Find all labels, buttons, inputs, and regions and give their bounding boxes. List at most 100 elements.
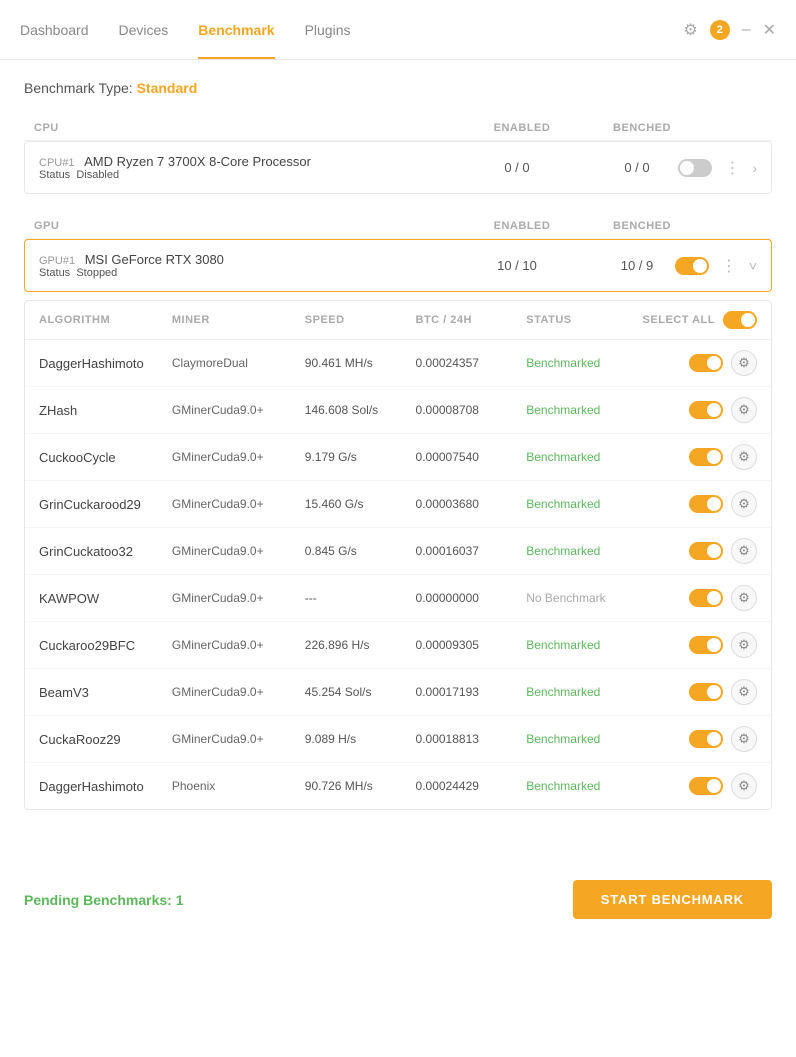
gpu-device-name: MSI GeForce RTX 3080 [85,252,224,267]
algo-name: GrinCuckatoo32 [39,544,172,559]
algo-gear-button[interactable]: ⚙ [731,773,757,799]
algo-btc: 0.00024429 [416,779,527,793]
gpu-more-icon[interactable]: ⋮ [717,254,741,278]
algo-toggle[interactable] [689,401,723,419]
algo-col-status: STATUS [526,314,637,326]
algo-miner: GMinerCuda9.0+ [172,685,305,699]
cpu-chevron-icon[interactable]: › [752,160,757,176]
algo-miner: GMinerCuda9.0+ [172,403,305,417]
gpu-device-info: GPU#1 MSI GeForce RTX 3080 Status Stoppe… [39,252,457,279]
algo-name: Cuckaroo29BFC [39,638,172,653]
algo-miner: GMinerCuda9.0+ [172,450,305,464]
algo-gear-button[interactable]: ⚙ [731,444,757,470]
algo-btc: 0.00003680 [416,497,527,511]
algo-toggle[interactable] [689,495,723,513]
select-all-toggle[interactable] [723,311,757,329]
cpu-enabled-header: ENABLED [462,122,582,134]
algo-speed: 45.254 Sol/s [305,685,416,699]
algo-speed: 9.089 H/s [305,732,416,746]
algo-toggle[interactable] [689,636,723,654]
algo-status: Benchmarked [526,450,637,464]
algo-btc: 0.00017193 [416,685,527,699]
algo-btc: 0.00000000 [416,591,527,605]
algo-speed: 90.461 MH/s [305,356,416,370]
algo-controls: ⚙ [637,397,757,423]
cpu-toggle[interactable] [678,159,712,177]
pending-label: Pending Benchmarks: [24,892,172,908]
algo-gear-button[interactable]: ⚙ [731,350,757,376]
tab-dashboard[interactable]: Dashboard [20,0,89,59]
algo-speed: 15.460 G/s [305,497,416,511]
algo-speed: 226.896 H/s [305,638,416,652]
algo-toggle[interactable] [689,354,723,372]
gpu-status-label: Status [39,267,70,279]
algo-row: BeamV3 GMinerCuda9.0+ 45.254 Sol/s 0.000… [25,669,771,716]
tab-plugins[interactable]: Plugins [305,0,351,59]
algo-miner: ClaymoreDual [172,356,305,370]
algo-speed: 90.726 MH/s [305,779,416,793]
gpu-enabled-value: 10 / 10 [457,258,577,273]
algo-toggle[interactable] [689,683,723,701]
close-icon[interactable]: ✕ [763,20,776,40]
algo-row: KAWPOW GMinerCuda9.0+ --- 0.00000000 No … [25,575,771,622]
algo-name: DaggerHashimoto [39,779,172,794]
algo-btc: 0.00007540 [416,450,527,464]
gpu-device-status: Status Stopped [39,267,457,279]
gpu-toggle[interactable] [675,257,709,275]
algo-status: Benchmarked [526,685,637,699]
algo-gear-button[interactable]: ⚙ [731,538,757,564]
algo-gear-button[interactable]: ⚙ [731,491,757,517]
algo-speed: 0.845 G/s [305,544,416,558]
notification-badge[interactable]: 2 [710,20,730,40]
benchmark-type-label: Benchmark Type: [24,80,133,96]
cpu-device-name: AMD Ryzen 7 3700X 8-Core Processor [84,154,311,169]
gpu-enabled-header: ENABLED [462,220,582,232]
algo-status: Benchmarked [526,544,637,558]
algo-rows-container: DaggerHashimoto ClaymoreDual 90.461 MH/s… [25,340,771,809]
cpu-enabled-value: 0 / 0 [457,160,577,175]
cpu-device-status: Status Disabled [39,169,457,181]
algo-status: Benchmarked [526,732,637,746]
algo-row: ZHash GMinerCuda9.0+ 146.608 Sol/s 0.000… [25,387,771,434]
algo-gear-button[interactable]: ⚙ [731,397,757,423]
tab-devices[interactable]: Devices [119,0,169,59]
benchmark-type-value: Standard [137,80,198,96]
algo-name: ZHash [39,403,172,418]
minimize-icon[interactable]: – [742,21,751,39]
algo-controls: ⚙ [637,585,757,611]
algo-gear-button[interactable]: ⚙ [731,585,757,611]
gpu-chevron-icon[interactable]: ˅ [749,258,757,274]
tab-benchmark[interactable]: Benchmark [198,0,274,59]
gpu-device-controls: ⋮ ˅ [697,254,757,278]
algo-col-algorithm: ALGORITHM [39,314,172,326]
algo-controls: ⚙ [637,773,757,799]
algo-row: CuckooCycle GMinerCuda9.0+ 9.179 G/s 0.0… [25,434,771,481]
algo-row: CuckaRooz29 GMinerCuda9.0+ 9.089 H/s 0.0… [25,716,771,763]
algo-gear-button[interactable]: ⚙ [731,679,757,705]
algo-toggle[interactable] [689,777,723,795]
algo-controls: ⚙ [637,538,757,564]
cpu-device-info: CPU#1 AMD Ryzen 7 3700X 8-Core Processor… [39,154,457,181]
algo-btc: 0.00016037 [416,544,527,558]
algo-gear-button[interactable]: ⚙ [731,726,757,752]
algo-toggle[interactable] [689,730,723,748]
algo-btc: 0.00024357 [416,356,527,370]
algo-name: CuckaRooz29 [39,732,172,747]
algo-toggle[interactable] [689,589,723,607]
algo-toggle[interactable] [689,448,723,466]
window-controls: ⚙ 2 – ✕ [683,20,776,40]
algo-controls: ⚙ [637,444,757,470]
gpu-label: GPU [34,220,462,232]
algo-name: BeamV3 [39,685,172,700]
pending-benchmarks-text: Pending Benchmarks: 1 [24,892,184,908]
algo-toggle[interactable] [689,542,723,560]
algo-controls: ⚙ [637,491,757,517]
algo-gear-button[interactable]: ⚙ [731,632,757,658]
start-benchmark-button[interactable]: START BENCHMARK [573,880,772,919]
algo-controls: ⚙ [637,726,757,752]
cpu-status-value: Disabled [76,169,119,181]
algo-miner: GMinerCuda9.0+ [172,591,305,605]
algo-status: Benchmarked [526,638,637,652]
cpu-more-icon[interactable]: ⋮ [720,156,744,180]
settings-icon[interactable]: ⚙ [683,20,697,40]
